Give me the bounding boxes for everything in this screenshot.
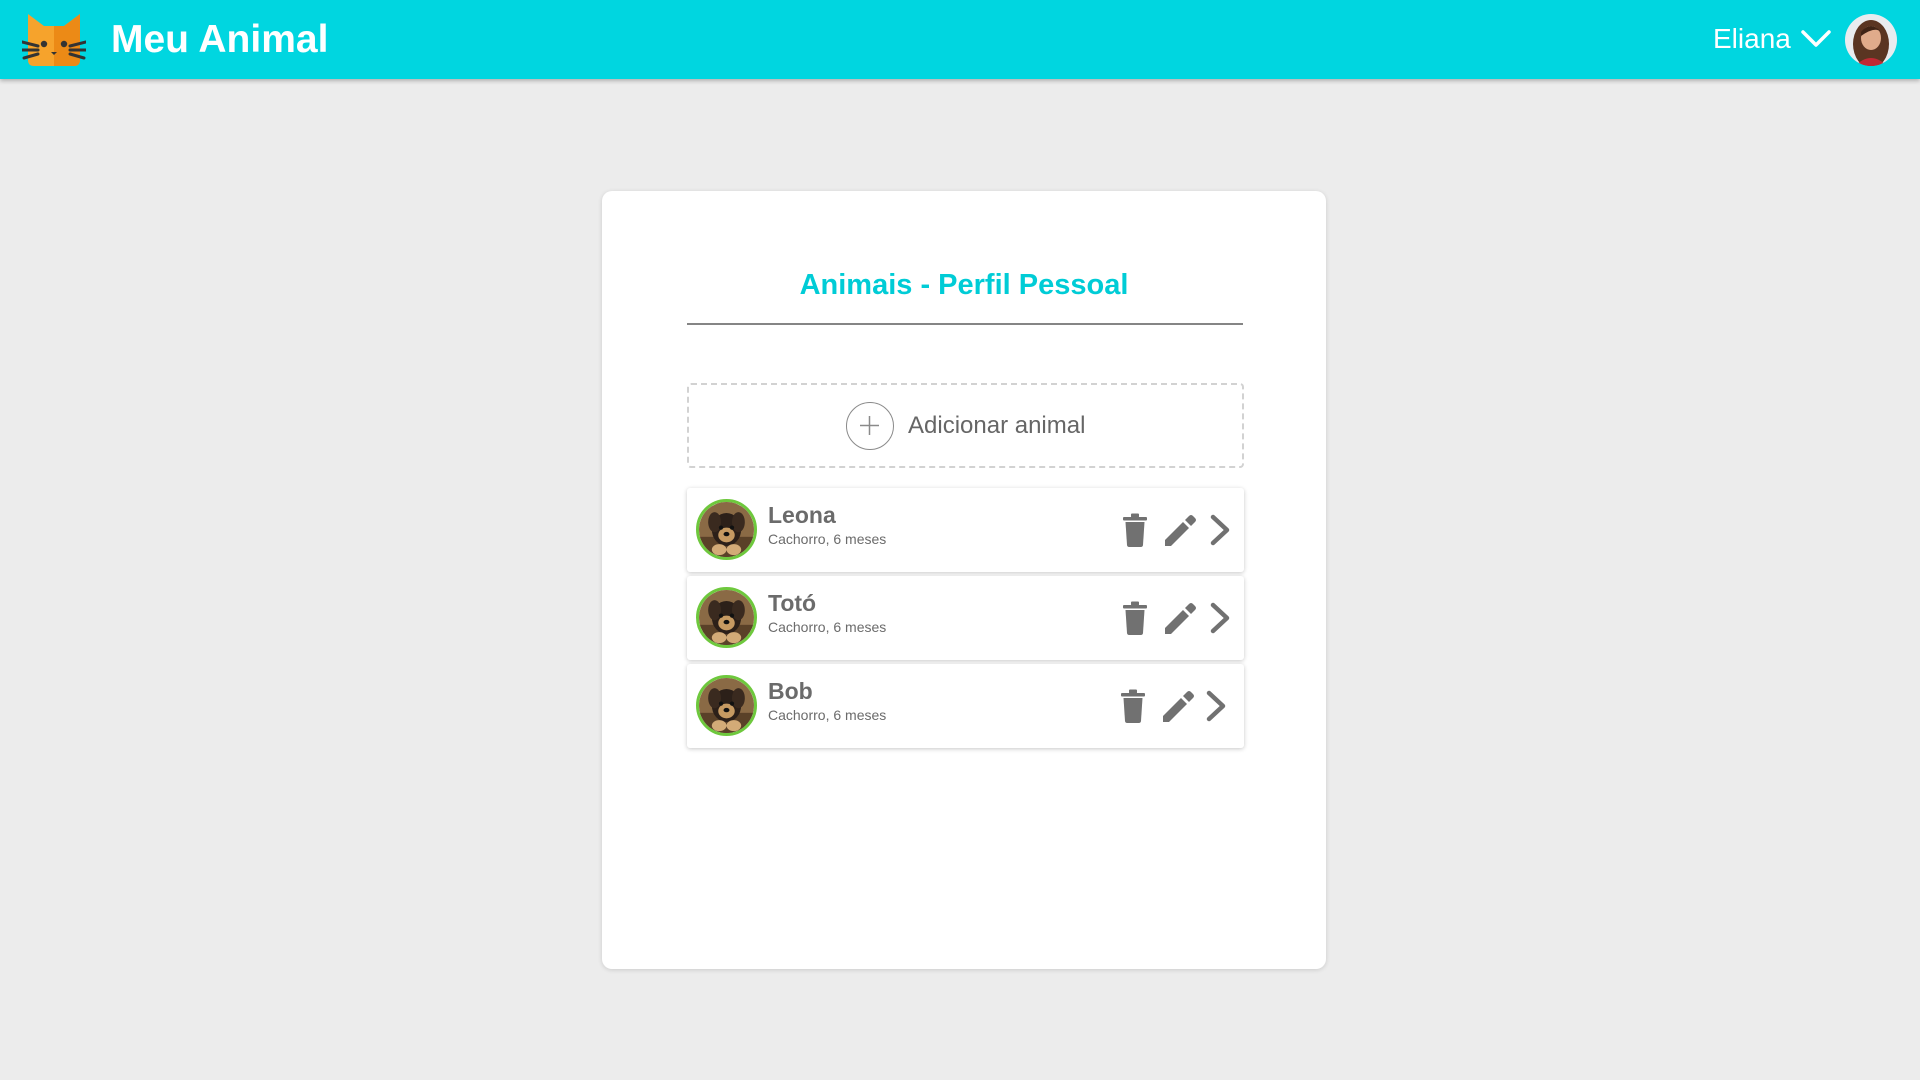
user-avatar[interactable] <box>1845 14 1897 66</box>
trash-icon[interactable] <box>1122 600 1148 636</box>
pet-avatar <box>696 587 757 648</box>
trash-icon[interactable] <box>1120 688 1146 724</box>
cat-face-icon[interactable] <box>20 12 88 68</box>
pencil-icon[interactable] <box>1161 600 1197 636</box>
pet-name: Bob <box>768 678 813 704</box>
trash-icon[interactable] <box>1122 512 1148 548</box>
pet-avatar <box>696 499 757 560</box>
app-title[interactable]: Meu Animal <box>111 17 328 63</box>
add-animal-label: Adicionar animal <box>908 412 1086 439</box>
pet-description: Cachorro, 6 meses <box>768 531 887 547</box>
chevron-right-icon[interactable] <box>1207 512 1233 548</box>
pet-description: Cachorro, 6 meses <box>768 707 887 723</box>
pet-list-item[interactable]: Bob Cachorro, 6 meses <box>687 664 1244 748</box>
pet-list-item[interactable]: Totó Cachorro, 6 meses <box>687 576 1244 660</box>
animals-card: Animais - Perfil Pessoal Adicionar anima… <box>602 191 1326 969</box>
plus-circle-icon <box>846 402 894 450</box>
pet-description: Cachorro, 6 meses <box>768 619 887 635</box>
pet-name: Totó <box>768 590 817 616</box>
page-title: Animais - Perfil Pessoal <box>799 269 1129 301</box>
chevron-right-icon[interactable] <box>1207 600 1233 636</box>
pet-list-item[interactable]: Leona Cachorro, 6 meses <box>687 488 1244 572</box>
chevron-right-icon[interactable] <box>1203 688 1229 724</box>
chevron-down-icon[interactable] <box>1800 26 1832 52</box>
title-divider <box>687 323 1243 325</box>
add-animal-button[interactable]: Adicionar animal <box>687 383 1244 468</box>
pet-avatar <box>696 675 757 736</box>
top-app-bar: Meu Animal Eliana <box>0 0 1920 79</box>
user-name[interactable]: Eliana <box>1713 22 1791 56</box>
pencil-icon[interactable] <box>1161 512 1197 548</box>
pencil-icon[interactable] <box>1159 688 1195 724</box>
pet-name: Leona <box>768 502 836 528</box>
